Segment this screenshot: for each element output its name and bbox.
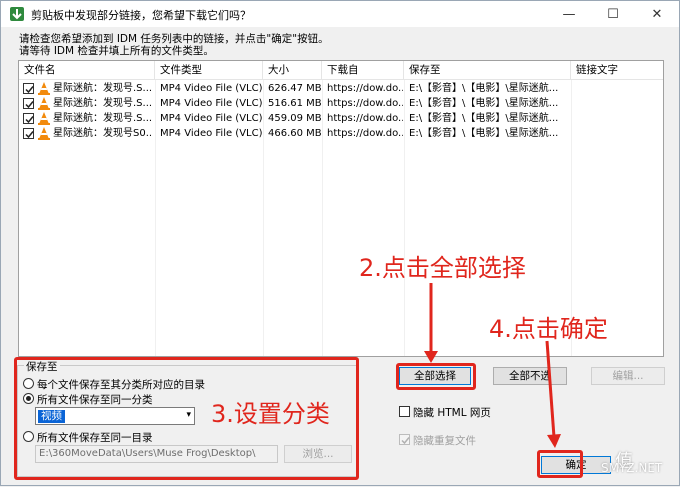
watermark-text: SMYZ.NET [601,461,663,475]
annotation-arrows [424,283,561,448]
idm-dialog-window: 剪贴板中发现部分链接，您希望下载它们吗？ — ☐ ✕ 请检查您希望添加到 IDM… [0,0,680,486]
